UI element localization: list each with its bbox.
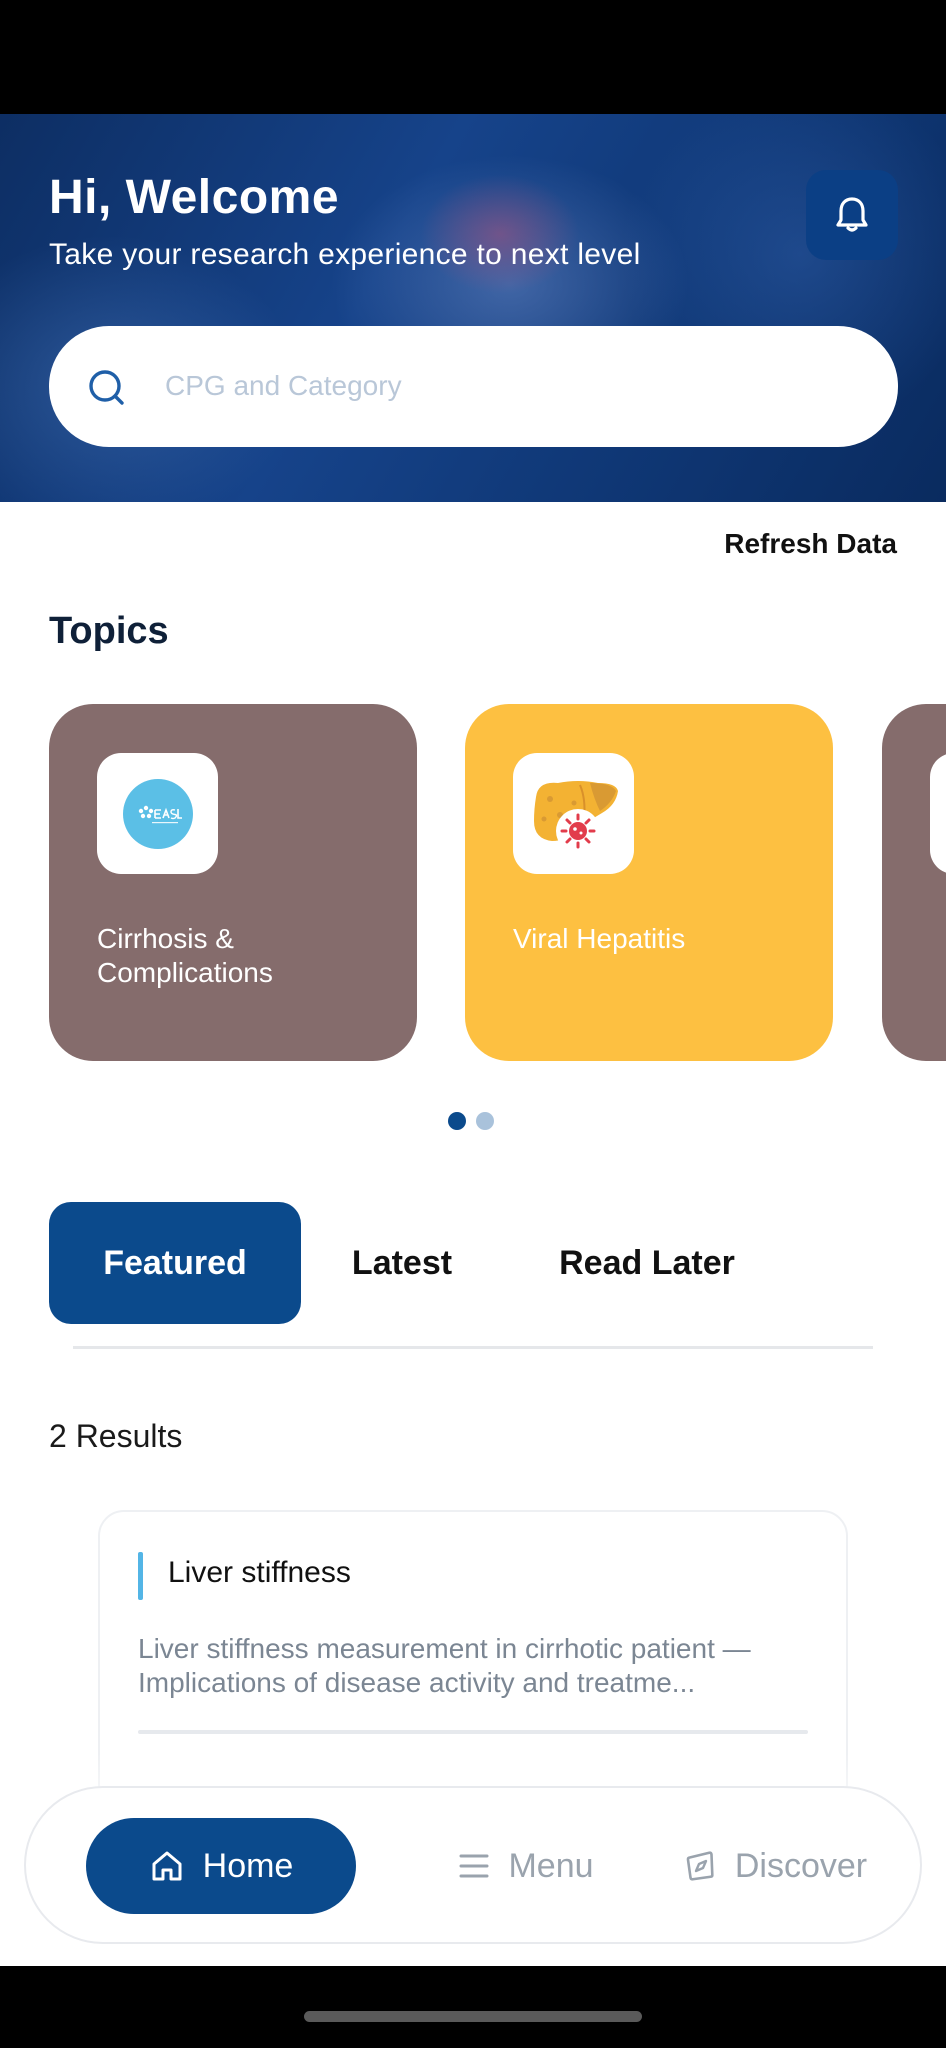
- topics-heading: Topics: [49, 610, 169, 652]
- topic-icon-box: [513, 753, 634, 874]
- search-input[interactable]: [165, 356, 865, 416]
- nav-discover[interactable]: Discover: [666, 1818, 886, 1914]
- status-bar: [0, 0, 946, 114]
- result-title: Liver stiffness: [168, 1556, 351, 1589]
- nav-discover-label: Discover: [734, 1846, 868, 1885]
- tabs-divider: [73, 1346, 873, 1349]
- bottom-navigation: Home Menu Discover: [24, 1786, 922, 1944]
- nav-menu-label: Menu: [508, 1846, 594, 1885]
- tab-read-later[interactable]: Read Later: [519, 1202, 775, 1324]
- tab-latest[interactable]: Latest: [309, 1202, 495, 1324]
- topic-icon-box: [97, 753, 218, 874]
- tab-featured[interactable]: Featured: [49, 1202, 301, 1324]
- welcome-subtitle: Take your research experience to next le…: [49, 238, 641, 271]
- topic-card-label: Cirrhosis & Complications: [97, 923, 273, 988]
- topic-card-label: Viral Hepatitis: [513, 923, 686, 954]
- easl-logo: [122, 778, 193, 849]
- nav-menu[interactable]: Menu: [426, 1818, 626, 1914]
- carousel-pagination: [448, 1112, 494, 1130]
- compass-icon: [686, 1851, 714, 1881]
- pagination-dot[interactable]: [476, 1112, 494, 1130]
- pagination-dot-active[interactable]: [448, 1112, 466, 1130]
- main-content: Refresh Data Topics Cirrhosis & Complica…: [0, 502, 946, 1966]
- result-accent-bar: [138, 1552, 143, 1600]
- system-navigation-area: [0, 1966, 946, 2048]
- notifications-button[interactable]: [806, 170, 898, 260]
- menu-icon: [459, 1854, 489, 1878]
- results-count: 2 Results: [49, 1418, 183, 1454]
- topic-card-partial[interactable]: [882, 704, 946, 1061]
- nav-home[interactable]: Home: [86, 1818, 356, 1914]
- hero-header: Hi, Welcome Take your research experienc…: [0, 114, 946, 502]
- hero-background-glow: [420, 174, 580, 294]
- liver-virus-icon: [533, 780, 618, 853]
- search-icon: [89, 370, 124, 405]
- search-bar[interactable]: [49, 326, 898, 447]
- topic-card-viral-hepatitis[interactable]: Viral Hepatitis: [465, 704, 833, 1061]
- nav-home-label: Home: [202, 1846, 294, 1885]
- topic-icon-box: [930, 753, 946, 874]
- home-icon: [152, 1851, 182, 1881]
- welcome-title: Hi, Welcome: [49, 171, 340, 224]
- result-divider: [138, 1730, 808, 1734]
- home-gesture-bar[interactable]: [304, 2011, 642, 2022]
- result-description: Liver stiffness measurement in cirrhotic…: [138, 1633, 751, 1698]
- refresh-data-link[interactable]: Refresh Data: [724, 528, 897, 560]
- bell-icon: [836, 197, 868, 232]
- topic-card-cirrhosis[interactable]: Cirrhosis & Complications: [49, 704, 417, 1061]
